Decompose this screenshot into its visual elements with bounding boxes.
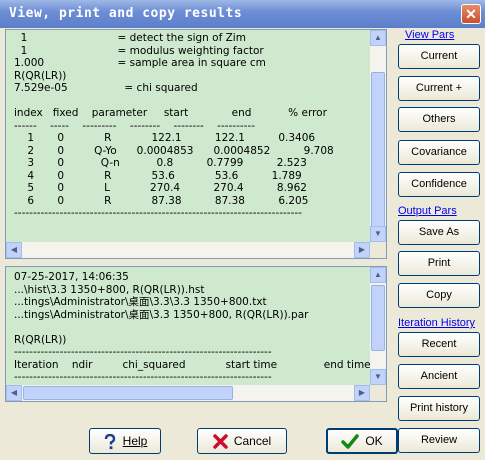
ancient-button[interactable]: Ancient: [398, 364, 480, 389]
red-x-icon: [213, 434, 228, 450]
print-history-button[interactable]: Print history: [398, 396, 480, 421]
scroll-corner: [370, 385, 386, 401]
history-line: R(QR(LR)): [14, 333, 67, 346]
results-line: 1 0 R 122.1 122.1 0.3406: [14, 132, 316, 144]
results-pane: 1 = detect the sign of Zim 1 = modulus w…: [5, 29, 387, 259]
results-line: 2 0 Q-Yo 0.0004853 0.0004852 9.708: [14, 144, 334, 157]
title-bar: View, print and copy results ✕: [0, 0, 485, 28]
history-line: ...tings\Administrator\桌面\3.3 1350+800, …: [14, 308, 309, 321]
results-vertical-scrollbar[interactable]: ▲ ▼: [370, 30, 386, 242]
current-plus-button[interactable]: Current +: [398, 76, 480, 101]
green-check-icon: [341, 434, 360, 449]
scroll-down-arrow-icon[interactable]: ▼: [370, 369, 386, 385]
scroll-corner: [370, 242, 386, 258]
results-line: 6 0 R 87.38 87.38 6.205: [14, 194, 309, 207]
results-line: 1.000 = sample area in square cm: [14, 57, 266, 69]
results-line: [14, 95, 334, 108]
history-horizontal-scrollbar[interactable]: ◀ ▶: [6, 385, 370, 401]
cancel-label: Cancel: [233, 434, 272, 448]
results-text: 1 = detect the sign of Zim 1 = modulus w…: [14, 32, 334, 220]
results-line: 7.529e-05 = chi squared: [14, 82, 198, 94]
review-button[interactable]: Review: [398, 428, 480, 453]
recent-button[interactable]: Recent: [398, 332, 480, 357]
confidence-button[interactable]: Confidence: [398, 172, 480, 197]
view-pars-link[interactable]: View Pars: [405, 29, 454, 41]
scroll-up-arrow-icon[interactable]: ▲: [370, 30, 386, 46]
history-pane: 07-25-2017, 14:06:35 ...\hist\3.3 1350+80…: [5, 266, 387, 402]
print-button[interactable]: Print: [398, 251, 480, 276]
history-line: ----------------------------------------…: [14, 346, 272, 358]
results-line: 1 = modulus weighting factor: [14, 44, 264, 57]
results-line: ----------------------------------------…: [14, 207, 302, 219]
covariance-button[interactable]: Covariance: [398, 140, 480, 165]
results-line: ------ ----- --------- -------- --------…: [14, 119, 256, 132]
history-line: Iteration ndir chi_squared start time en…: [14, 358, 371, 371]
cancel-button[interactable]: Cancel: [197, 428, 287, 454]
results-line: 1 = detect the sign of Zim: [14, 32, 246, 44]
output-pars-link[interactable]: Output Pars: [398, 205, 457, 217]
ok-label: OK: [365, 434, 383, 448]
results-scroll-thumb[interactable]: [371, 72, 385, 238]
history-vertical-scrollbar[interactable]: ▲ ▼: [370, 267, 386, 385]
results-line: R(QR(LR)): [14, 69, 67, 82]
history-line: 07-25-2017, 14:06:35: [14, 271, 129, 283]
scroll-left-arrow-icon[interactable]: ◀: [6, 242, 22, 258]
others-button[interactable]: Others: [398, 107, 480, 132]
results-line: 3 0 Q-n 0.8 0.7799 2.523: [14, 157, 307, 169]
history-line: ...\hist\3.3 1350+800, R(QR(LR)).hst: [14, 283, 205, 296]
history-hscroll-thumb[interactable]: [23, 386, 233, 400]
history-line: ----------------------------------------…: [14, 371, 272, 383]
scroll-right-arrow-icon[interactable]: ▶: [354, 385, 370, 401]
question-mark-icon: [104, 433, 115, 449]
close-button[interactable]: ✕: [461, 4, 481, 24]
iteration-history-link[interactable]: Iteration History: [398, 317, 475, 329]
history-line: [14, 321, 386, 334]
current-button[interactable]: Current: [398, 44, 480, 69]
scroll-up-arrow-icon[interactable]: ▲: [370, 267, 386, 283]
ok-button[interactable]: OK: [326, 428, 398, 454]
help-button[interactable]: Help: [89, 428, 161, 454]
scroll-right-arrow-icon[interactable]: ▶: [354, 242, 370, 258]
history-scroll-thumb[interactable]: [371, 285, 385, 351]
results-line: 4 0 R 53.6 53.6 1.789: [14, 169, 302, 182]
results-horizontal-scrollbar[interactable]: ◀ ▶: [6, 242, 370, 258]
history-text: 07-25-2017, 14:06:35 ...\hist\3.3 1350+80…: [14, 271, 386, 396]
save-as-button[interactable]: Save As: [398, 220, 480, 245]
results-line: 5 0 L 270.4 270.4 8.962: [14, 182, 307, 194]
results-line: index fixed parameter start end % error: [14, 107, 327, 119]
history-line: ...tings\Administrator\桌面\3.3\3.3 1350+8…: [14, 296, 267, 308]
scroll-down-arrow-icon[interactable]: ▼: [370, 226, 386, 242]
scroll-left-arrow-icon[interactable]: ◀: [6, 385, 22, 401]
copy-button[interactable]: Copy: [398, 283, 480, 308]
help-label: Help: [122, 434, 148, 448]
window-title: View, print and copy results: [9, 6, 243, 21]
